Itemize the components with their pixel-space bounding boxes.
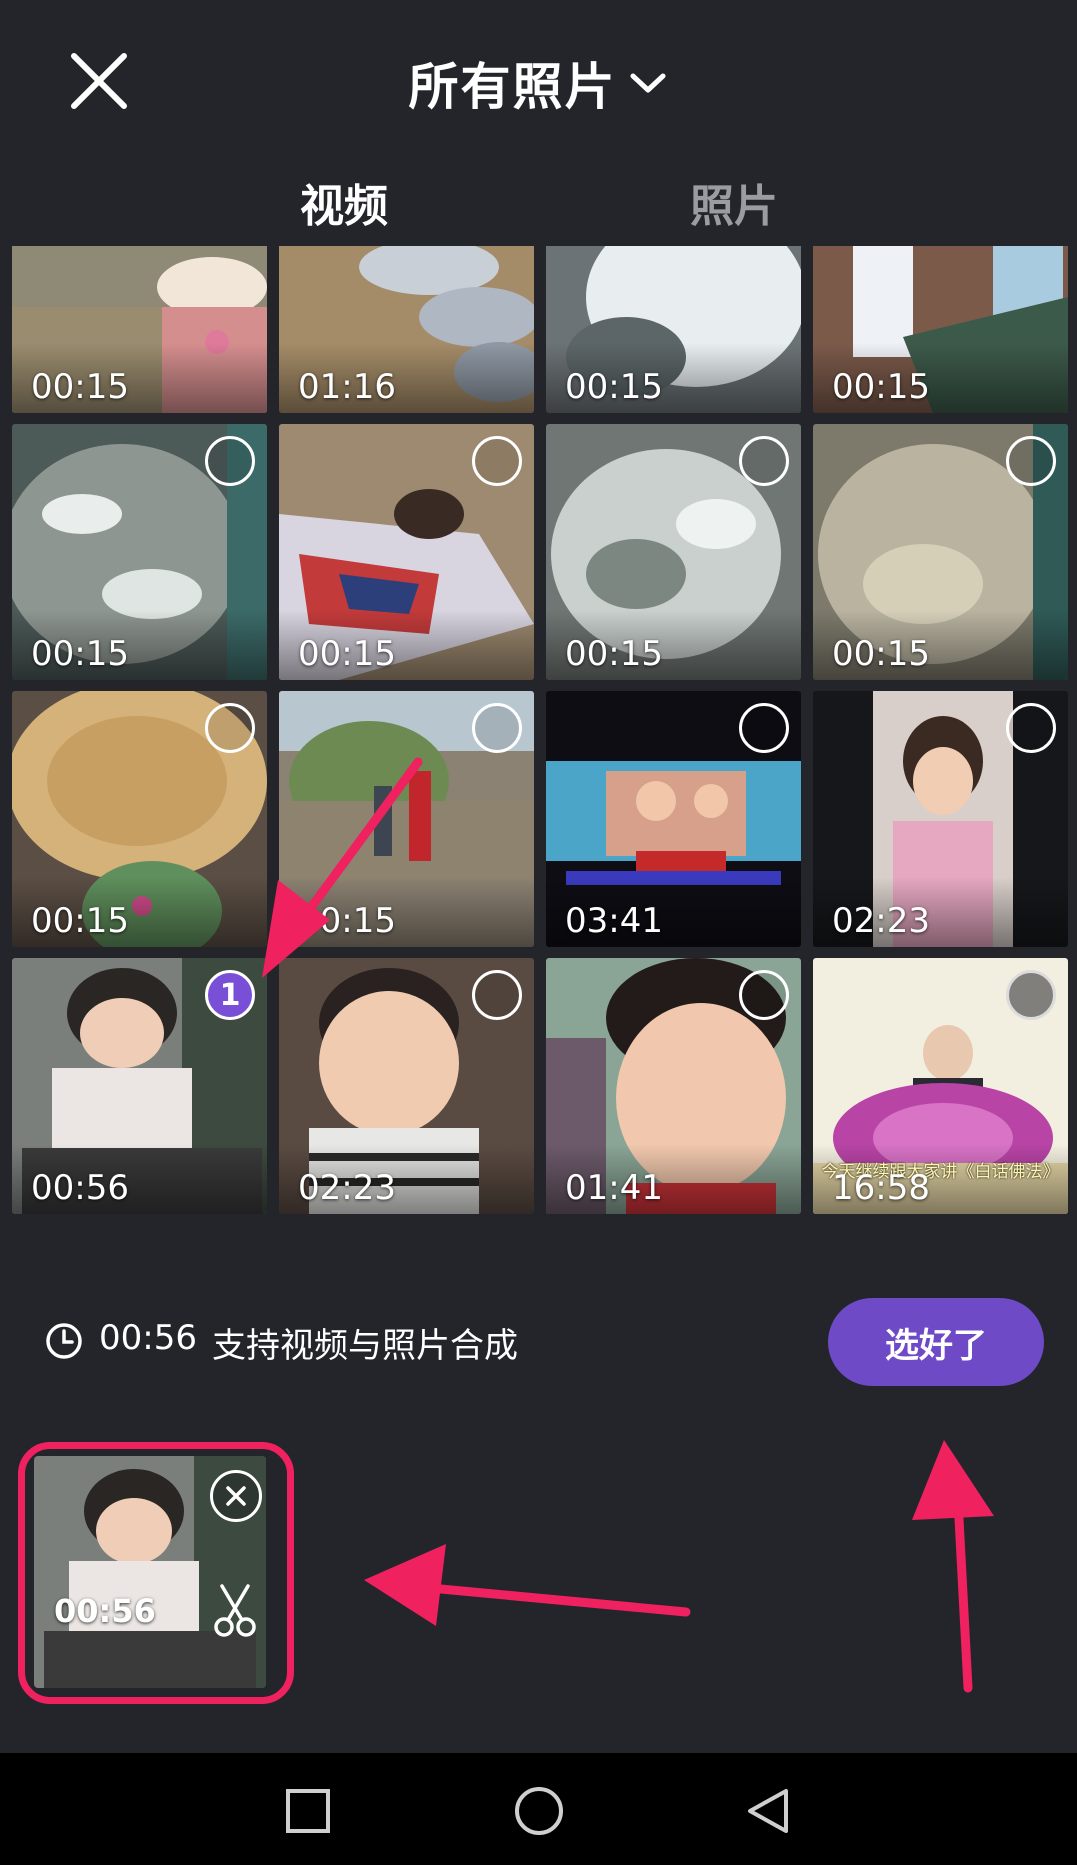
- video-duration: 02:23: [832, 901, 930, 941]
- selected-order-badge[interactable]: 1: [205, 970, 255, 1020]
- total-duration: 00:56: [99, 1318, 197, 1358]
- select-circle[interactable]: [1006, 436, 1056, 486]
- select-circle-disabled: [1006, 970, 1056, 1020]
- video-thumbnail[interactable]: 00:15: [12, 424, 267, 680]
- select-circle[interactable]: [739, 703, 789, 753]
- top-bar: 所有照片: [0, 0, 1077, 160]
- done-button[interactable]: 选好了: [828, 1298, 1044, 1386]
- tab-photos[interactable]: 照片: [690, 170, 778, 232]
- video-duration: 03:41: [565, 901, 663, 941]
- select-circle[interactable]: [739, 436, 789, 486]
- album-selector[interactable]: 所有照片: [0, 48, 1077, 118]
- video-thumbnail[interactable]: 00:15: [279, 691, 534, 947]
- select-circle[interactable]: [472, 703, 522, 753]
- square-recent-icon[interactable]: [280, 1783, 336, 1839]
- select-circle[interactable]: [739, 970, 789, 1020]
- close-circle-icon: [226, 1486, 246, 1506]
- video-thumbnail[interactable]: 今天继续跟大家讲《白话佛法》 16:58: [813, 958, 1068, 1214]
- selection-info-bar: 00:56 支持视频与照片合成 选好了: [0, 1242, 1077, 1442]
- video-duration: 01:16: [298, 367, 396, 407]
- select-circle[interactable]: [472, 970, 522, 1020]
- video-thumbnail[interactable]: 00:15: [813, 246, 1068, 413]
- video-thumbnail[interactable]: 00:15: [546, 246, 801, 413]
- video-thumbnail[interactable]: 01:41: [546, 958, 801, 1214]
- video-duration: 00:15: [832, 367, 930, 407]
- video-duration: 01:41: [565, 1168, 663, 1208]
- video-duration: 00:56: [31, 1168, 129, 1208]
- video-duration: 00:15: [298, 901, 396, 941]
- scissors-icon[interactable]: [210, 1582, 260, 1638]
- video-thumbnail[interactable]: 02:23: [279, 958, 534, 1214]
- video-thumbnail[interactable]: 03:41: [546, 691, 801, 947]
- triangle-back-icon[interactable]: [740, 1783, 796, 1839]
- video-thumbnail[interactable]: 00:15: [546, 424, 801, 680]
- video-duration: 02:23: [298, 1168, 396, 1208]
- video-thumbnail[interactable]: 00:15: [279, 424, 534, 680]
- video-duration: 00:15: [31, 367, 129, 407]
- clock-icon: [44, 1321, 84, 1361]
- video-duration: 00:15: [31, 901, 129, 941]
- media-grid: 00:15 01:16 00:15 00:15 00:15 00:15 00:1…: [12, 246, 1069, 1242]
- video-thumbnail[interactable]: 00:15: [12, 246, 267, 413]
- select-circle[interactable]: [472, 436, 522, 486]
- select-circle[interactable]: [205, 436, 255, 486]
- video-thumbnail[interactable]: 00:15: [12, 691, 267, 947]
- video-duration: 00:15: [298, 634, 396, 674]
- video-duration: 00:15: [832, 634, 930, 674]
- video-thumbnail[interactable]: 1 00:56: [12, 958, 267, 1214]
- media-type-tabs: 视频 照片: [0, 160, 1077, 246]
- selected-clip-duration: 00:56: [54, 1592, 156, 1630]
- video-thumbnail[interactable]: 00:15: [813, 424, 1068, 680]
- hint-text: 支持视频与照片合成: [212, 1326, 518, 1366]
- remove-clip-button[interactable]: [210, 1470, 262, 1522]
- video-duration: 16:58: [832, 1168, 930, 1208]
- selected-clips-tray: 00:56: [0, 1442, 1077, 1753]
- video-thumbnail[interactable]: 01:16: [279, 246, 534, 413]
- chevron-down-icon[interactable]: [627, 68, 669, 98]
- tab-videos[interactable]: 视频: [300, 170, 388, 232]
- system-nav-bar: [0, 1753, 1077, 1865]
- page-title[interactable]: 所有照片: [409, 47, 617, 119]
- video-duration: 00:15: [565, 634, 663, 674]
- select-circle[interactable]: [1006, 703, 1056, 753]
- video-duration: 00:15: [31, 634, 129, 674]
- video-thumbnail[interactable]: 02:23: [813, 691, 1068, 947]
- circle-home-icon[interactable]: [511, 1783, 567, 1839]
- select-circle[interactable]: [205, 703, 255, 753]
- video-duration: 00:15: [565, 367, 663, 407]
